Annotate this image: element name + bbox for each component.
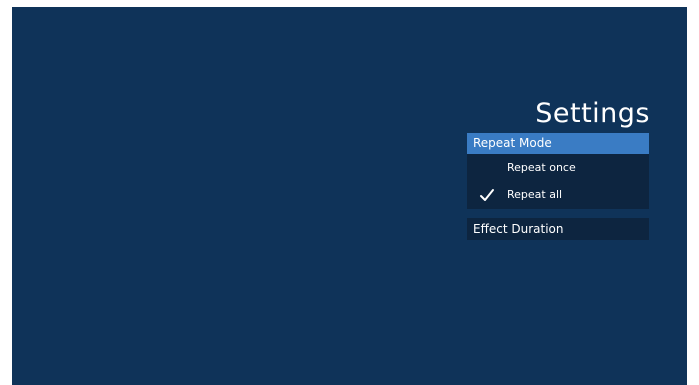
page-title: Settings	[535, 98, 650, 129]
option-repeat-all[interactable]: Repeat all	[467, 183, 649, 207]
repeat-mode-options: Repeat once Repeat all	[467, 154, 649, 209]
settings-screen: Settings Repeat Mode Repeat once Repeat …	[12, 7, 687, 385]
checkmark-icon	[480, 189, 494, 201]
option-repeat-once[interactable]: Repeat once	[467, 156, 649, 180]
option-label: Repeat once	[507, 161, 576, 174]
menu-item-effect-duration[interactable]: Effect Duration	[467, 218, 649, 240]
settings-menu: Repeat Mode Repeat once Repeat all Effec…	[467, 133, 649, 240]
option-label: Repeat all	[507, 188, 563, 201]
menu-item-repeat-mode[interactable]: Repeat Mode	[467, 133, 649, 154]
